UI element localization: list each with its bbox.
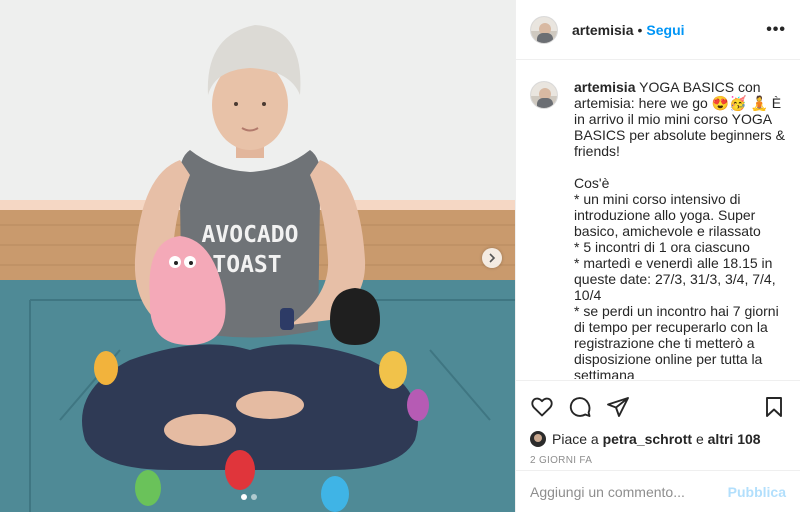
post-actions: Piace a petra_schrott e altri 108 2 GIOR… — [516, 380, 800, 466]
comment-icon[interactable] — [568, 395, 592, 419]
follow-button[interactable]: Segui — [646, 22, 684, 38]
caption-area[interactable]: artemisia YOGA BASICS con artemisia: her… — [516, 61, 800, 379]
shirt-text-line1: AVOCADO — [202, 222, 299, 248]
more-options-icon[interactable]: ••• — [766, 21, 786, 39]
carousel-dot — [251, 494, 257, 500]
likes-summary: Piace a petra_schrott e altri 108 — [530, 431, 786, 447]
chevron-right-icon — [489, 253, 496, 263]
liker-username[interactable]: petra_schrott — [603, 431, 692, 447]
header-separator: • — [637, 21, 643, 38]
caption-text: YOGA BASICS con artemisia: here we go 😍🥳… — [574, 79, 785, 379]
next-slide-button[interactable] — [482, 248, 502, 268]
comment-input[interactable] — [530, 483, 728, 500]
post-image[interactable]: AVOCADO TOAST — [0, 0, 515, 512]
share-icon[interactable] — [606, 395, 630, 419]
post-timestamp[interactable]: 2 GIORNI FA — [530, 455, 786, 466]
avatar[interactable] — [530, 15, 558, 44]
comment-form: Pubblica — [516, 470, 800, 512]
carousel-dot-active — [241, 494, 247, 500]
caption-avatar[interactable] — [530, 81, 558, 109]
caption-row: artemisia YOGA BASICS con artemisia: her… — [530, 79, 786, 379]
post-comment-button[interactable]: Pubblica — [728, 484, 786, 500]
carousel-indicator — [241, 494, 257, 500]
action-icon-row — [530, 389, 786, 425]
post-side-panel: artemisia • Segui ••• artemisia YOGA BAS… — [515, 0, 800, 512]
post-photo: AVOCADO TOAST — [0, 0, 515, 512]
bookmark-icon[interactable] — [762, 395, 786, 419]
post-header: artemisia • Segui ••• — [516, 0, 800, 60]
caption-username[interactable]: artemisia — [574, 79, 635, 95]
likes-others-link[interactable]: altri 108 — [708, 431, 761, 447]
caption: artemisia YOGA BASICS con artemisia: her… — [574, 79, 786, 379]
likes-prefix: Piace a — [552, 431, 599, 447]
shirt-text-line2: TOAST — [212, 252, 281, 278]
heart-icon[interactable] — [530, 395, 554, 419]
likes-conjunction: e — [695, 431, 704, 447]
liker-avatar[interactable] — [530, 431, 546, 447]
header-username[interactable]: artemisia — [572, 22, 633, 38]
